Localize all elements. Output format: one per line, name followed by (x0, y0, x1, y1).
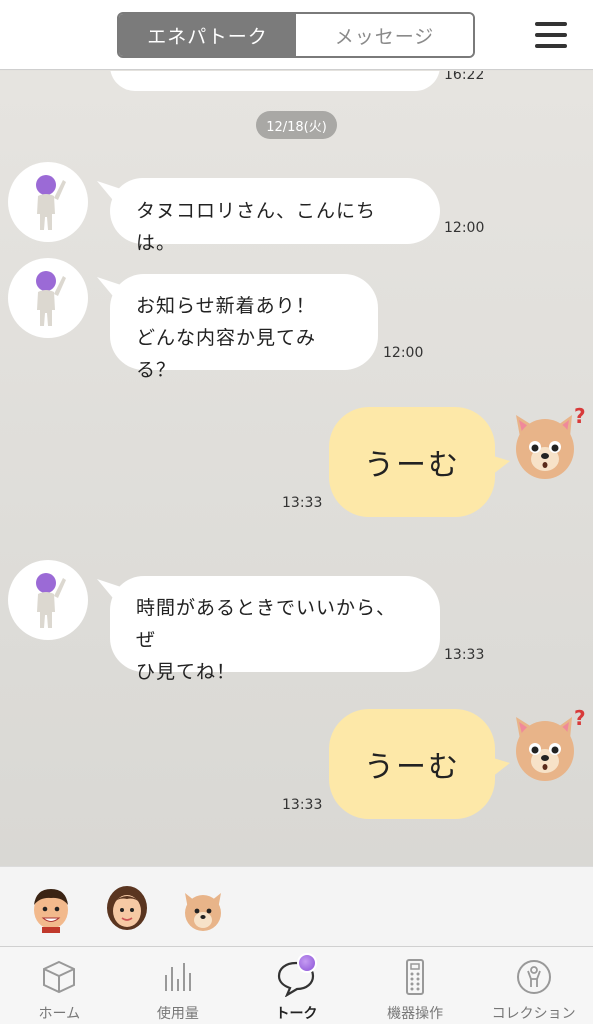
svg-text:?: ? (574, 404, 586, 428)
robot-figure-icon (36, 175, 66, 230)
nav-label: 使用量 (156, 1006, 199, 1022)
dog-avatar-icon[interactable]: ? (508, 403, 588, 483)
message-text: お知らせ新着あり！ (136, 295, 316, 317)
bot-avatar[interactable] (8, 162, 88, 242)
woman-avatar-icon[interactable] (104, 883, 150, 933)
message-time: 13:33 (282, 797, 323, 813)
previous-message-bubble (110, 71, 440, 91)
message-text: うーむ (364, 750, 460, 785)
nav-device-control[interactable]: 機器操作 (356, 947, 475, 1024)
message-text: 時間があるときでいいから、ぜ (136, 597, 397, 651)
message-time: 13:33 (444, 647, 485, 663)
message-text: どんな内容か見てみる？ (136, 327, 317, 381)
bot-avatar[interactable] (8, 258, 88, 338)
robot-figure-icon (36, 573, 66, 628)
message-time: 12:00 (444, 220, 485, 236)
bottom-nav: ホーム 使用量 トーク 機器操作 コレクション (0, 946, 593, 1024)
remote-control-icon (406, 959, 425, 995)
message-text: タヌコロリさん、こんにちは。 (136, 200, 377, 254)
bot-message-bubble: 時間があるときでいいから、ぜ ひ見てね！ (110, 576, 440, 683)
bot-message-bubble: タヌコロリさん、こんにちは。 (110, 178, 440, 254)
bot-avatar[interactable] (8, 560, 88, 640)
message-text: ひ見てね！ (136, 661, 237, 683)
character-strip (0, 866, 593, 946)
bar-chart-icon (164, 963, 191, 991)
user-message-bubble: うーむ (329, 407, 495, 517)
cube-icon (43, 960, 76, 994)
chat-area[interactable]: 16:22 12/18(火) タヌコロリさん、こんにちは。 12:00 お知らせ… (0, 71, 593, 866)
nav-collection[interactable]: コレクション (474, 947, 593, 1024)
message-time: 13:33 (282, 495, 323, 511)
nav-usage[interactable]: 使用量 (119, 947, 238, 1024)
collection-figure-icon (516, 960, 551, 994)
header: エネパトーク メッセージ (0, 0, 593, 70)
bot-message-bubble: お知らせ新着あり！ どんな内容か見てみる？ (110, 274, 378, 381)
bubble-tail (97, 579, 121, 603)
bubble-tail (97, 181, 121, 205)
robot-figure-icon (36, 271, 66, 326)
nav-home[interactable]: ホーム (0, 947, 119, 1024)
bubble-tail (97, 277, 121, 301)
dog-avatar-icon[interactable]: ? (508, 705, 588, 785)
message-time: 16:22 (444, 71, 485, 83)
nav-label: ホーム (38, 1006, 81, 1022)
nav-label: 機器操作 (387, 1006, 444, 1022)
tab-enepa-talk[interactable]: エネパトーク (119, 14, 296, 56)
hamburger-icon[interactable] (535, 22, 567, 48)
nav-label: コレクション (491, 1006, 576, 1022)
dog-avatar-icon[interactable] (180, 883, 226, 933)
date-separator: 12/18(火) (256, 111, 337, 139)
tab-switcher: エネパトーク メッセージ (117, 12, 475, 58)
tab-messages[interactable]: メッセージ (296, 14, 473, 56)
nav-talk[interactable]: トーク (237, 947, 356, 1024)
user-message-bubble: うーむ (329, 709, 495, 819)
nav-label: トーク (275, 1006, 318, 1022)
message-time: 12:00 (383, 345, 424, 361)
message-text: うーむ (364, 448, 460, 483)
svg-text:?: ? (574, 706, 586, 730)
boy-avatar-icon[interactable] (28, 883, 74, 933)
